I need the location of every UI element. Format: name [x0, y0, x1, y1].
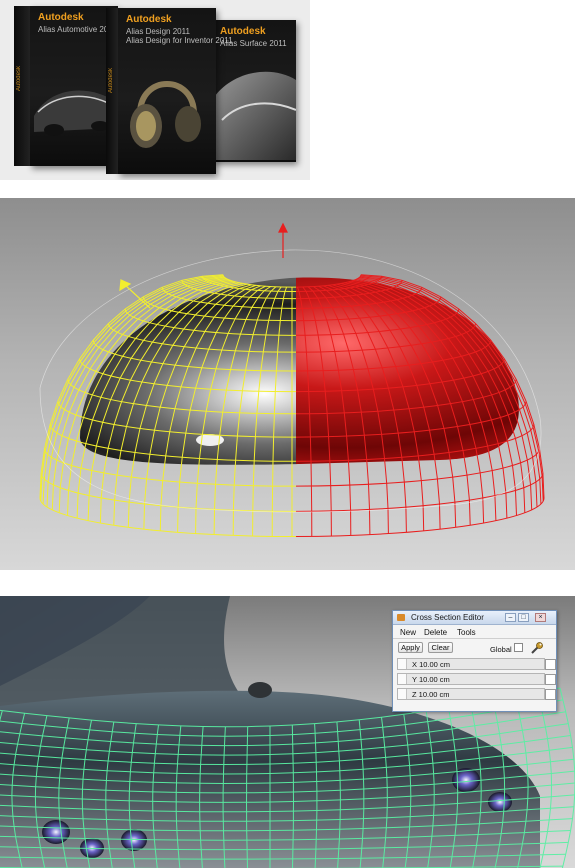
list-item[interactable]: Z 10.00 cm: [397, 688, 556, 700]
cse-toolbar: Apply Clear Global: [393, 640, 556, 656]
transform-arrow-icon: [119, 279, 151, 309]
cross-section-label: Y 10.00 cm: [412, 675, 450, 684]
product-box-design: Autodesk Autodesk Alias Design 2011 Alia…: [106, 8, 233, 174]
window-title: Cross Section Editor: [411, 613, 484, 622]
product-box-automotive: Autodesk Autodesk Alias Automotive 2011: [14, 6, 118, 166]
car-hood-viewport: Cross Section Editor – □ × New Delete To…: [0, 596, 575, 868]
apply-button[interactable]: Apply: [398, 642, 423, 653]
row-checkbox[interactable]: [545, 659, 556, 670]
transform-arrow-icon: [278, 222, 288, 258]
box-product-name: Alias Design 2011 Alias Design for Inven…: [126, 27, 233, 45]
box-product-name: Alias Automotive 2011: [38, 25, 117, 34]
product-boxes-image: Autodesk Alias Surface 2011 Autodesk Aut…: [0, 0, 310, 180]
cross-section-list: X 10.00 cm Y 10.00 cm Z 10.00 cm: [397, 658, 556, 708]
clear-button[interactable]: Clear: [428, 642, 453, 653]
wireframe-dome-viewport: [0, 198, 575, 570]
list-item[interactable]: Y 10.00 cm: [397, 673, 556, 685]
dome-render: [39, 222, 545, 537]
row-handle[interactable]: [398, 659, 407, 669]
global-label: Global: [490, 645, 512, 654]
app-icon: [397, 614, 405, 621]
maximize-icon[interactable]: □: [518, 613, 529, 622]
box-art-headphones: [130, 81, 201, 148]
cross-section-label: Z 10.00 cm: [412, 690, 450, 699]
row-checkbox[interactable]: [545, 689, 556, 700]
menu-delete[interactable]: Delete: [424, 628, 447, 637]
row-handle[interactable]: [398, 689, 407, 699]
list-item[interactable]: X 10.00 cm: [397, 658, 556, 670]
menu-tools[interactable]: Tools: [457, 628, 476, 637]
global-checkbox[interactable]: [514, 643, 523, 652]
cse-menubar: New Delete Tools: [393, 625, 556, 639]
box-art-car-surface: [212, 71, 296, 160]
row-checkbox[interactable]: [545, 674, 556, 685]
minimize-icon[interactable]: –: [505, 613, 516, 622]
box-art-car: [34, 90, 116, 136]
wrench-icon[interactable]: [530, 641, 544, 655]
cross-section-label: X 10.00 cm: [412, 660, 450, 669]
box-brand: Autodesk: [126, 14, 172, 25]
cse-titlebar[interactable]: Cross Section Editor – □ ×: [393, 611, 556, 625]
row-handle[interactable]: [398, 674, 407, 684]
menu-new[interactable]: New: [400, 628, 416, 637]
close-icon[interactable]: ×: [535, 613, 546, 622]
cross-section-editor-window[interactable]: Cross Section Editor – □ × New Delete To…: [392, 610, 557, 712]
box-brand: Autodesk: [38, 12, 84, 23]
